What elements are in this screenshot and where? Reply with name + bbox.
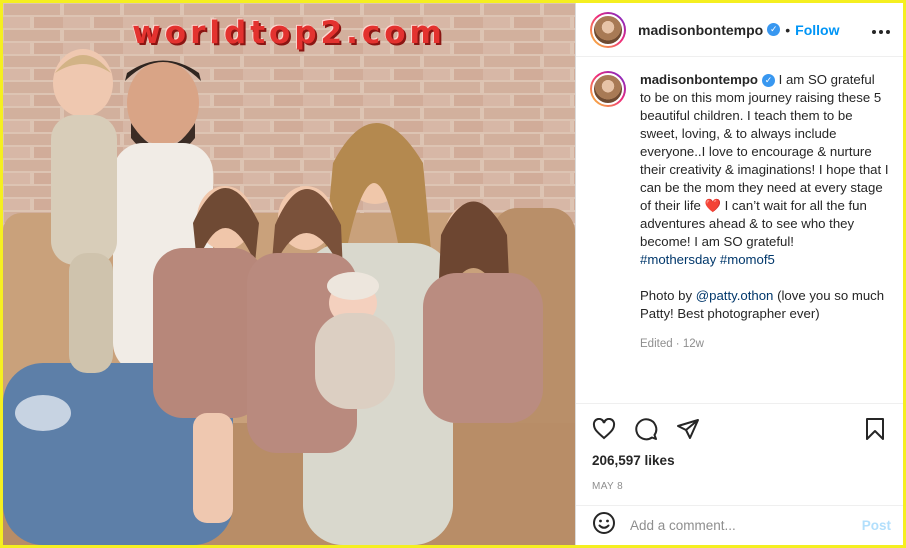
caption-verified-badge-icon: ✓ [761, 74, 775, 88]
avatar-image [592, 13, 624, 46]
post-photo[interactable]: worldtop2.com [3, 3, 575, 545]
verified-badge-icon: ✓ [767, 23, 781, 36]
follow-button[interactable]: Follow [795, 22, 839, 38]
separator-dot: • [785, 21, 791, 38]
avatar[interactable] [590, 11, 626, 48]
header-username[interactable]: madisonbontempo [638, 22, 763, 38]
more-options-icon[interactable] [871, 19, 891, 40]
heart-icon[interactable] [590, 415, 618, 443]
hashtag-momof5[interactable]: #momof5 [720, 252, 775, 267]
caption-text: I am SO grateful to be on this mom journ… [640, 72, 889, 213]
credit-prefix: Photo by [640, 288, 693, 303]
caption-avatar-image [592, 73, 624, 105]
emoji-icon[interactable] [592, 511, 616, 540]
post-date: MAY 8 [592, 481, 624, 492]
caption: madisonbontempo ✓ I am SO grateful to be … [640, 71, 889, 403]
photographer-mention[interactable]: @patty.othon [696, 288, 774, 303]
caption-avatar[interactable] [590, 71, 626, 107]
red-heart-emoji: ❤️ [704, 198, 721, 213]
likes-count[interactable]: 206,597 likes [576, 453, 903, 475]
comment-bar: Post [576, 505, 903, 545]
post-frame: worldtop2.com madisonbontempo ✓ • Follow… [3, 3, 903, 545]
caption-area: madisonbontempo ✓ I am SO grateful to be … [576, 57, 903, 403]
comment-icon[interactable] [632, 415, 660, 443]
family-photo-illustration [3, 3, 575, 545]
edited-timestamp: Edited · 12w [640, 338, 704, 350]
post-header: madisonbontempo ✓ • Follow [576, 3, 903, 57]
post-comment-button[interactable]: Post [862, 518, 891, 533]
action-bar [576, 403, 903, 453]
comment-input[interactable] [630, 518, 862, 533]
bookmark-icon[interactable] [861, 415, 889, 443]
post-side-panel: madisonbontempo ✓ • Follow madisonbontem… [575, 3, 903, 545]
share-icon[interactable] [674, 415, 702, 443]
watermark-text: worldtop2.com [132, 15, 446, 51]
caption-username[interactable]: madisonbontempo [640, 72, 758, 87]
hashtag-mothersday[interactable]: #mothersday [640, 252, 716, 267]
